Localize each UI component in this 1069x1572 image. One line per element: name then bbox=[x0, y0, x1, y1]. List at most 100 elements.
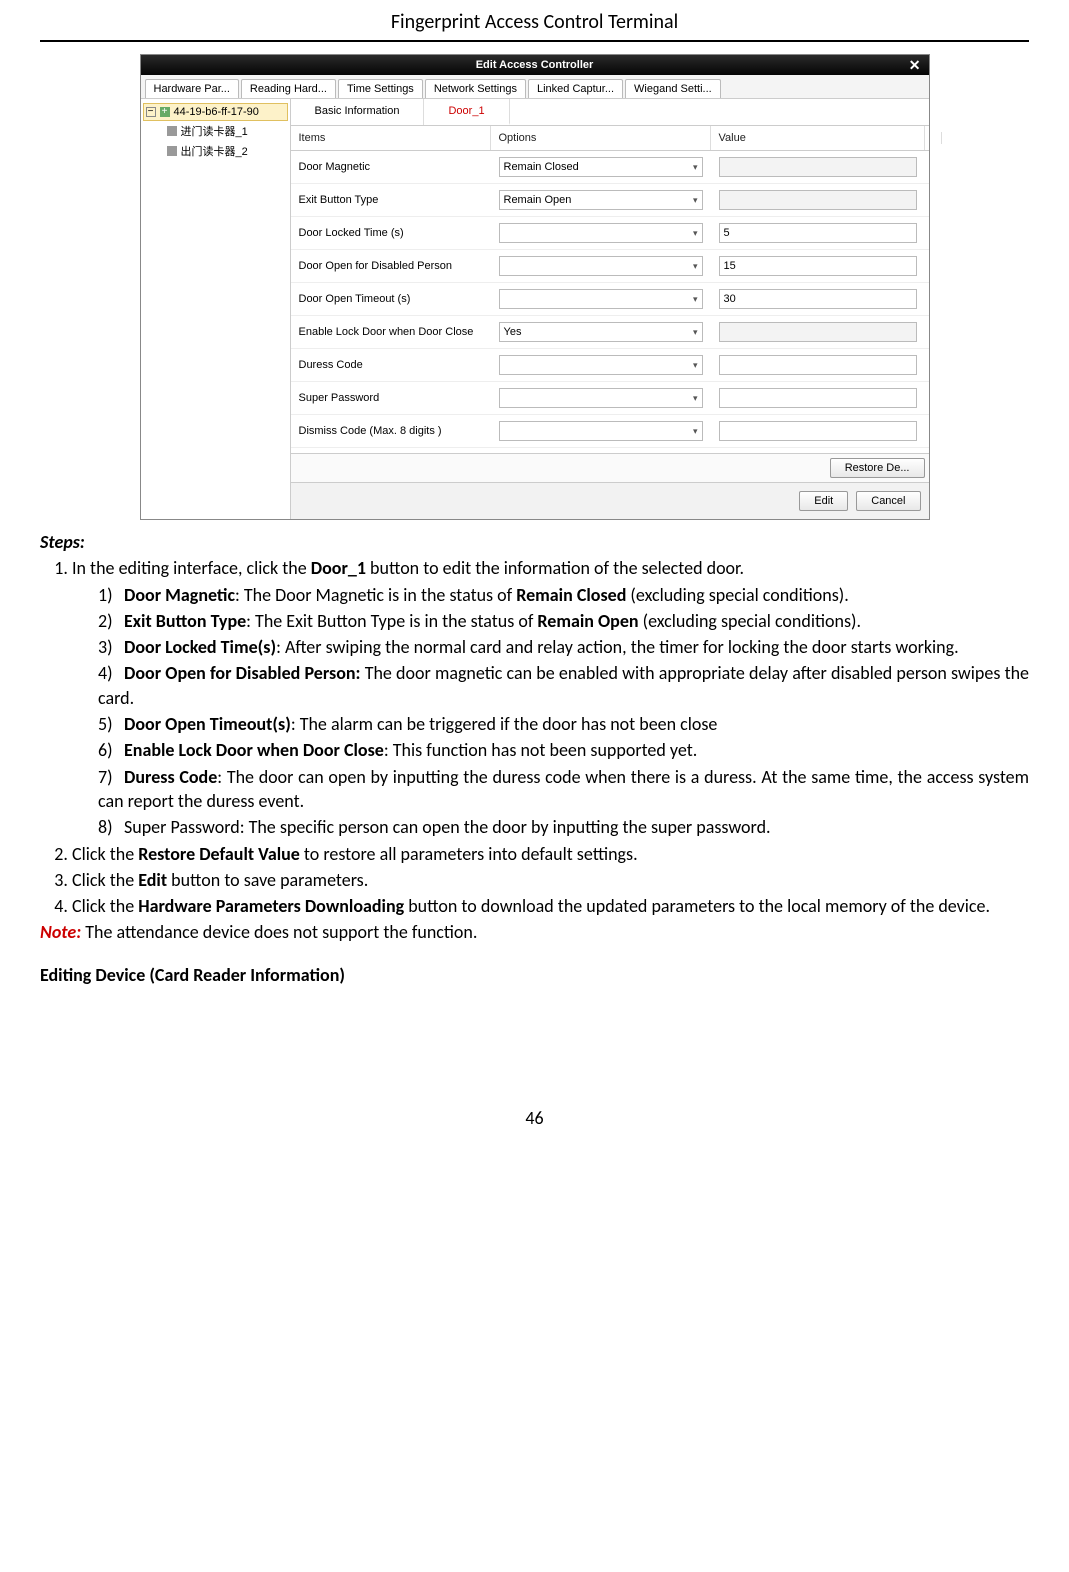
chevron-down-icon: ▾ bbox=[693, 393, 698, 404]
chevron-down-icon: ▾ bbox=[693, 162, 698, 173]
tree-child-label: 出门读卡器_2 bbox=[181, 143, 248, 159]
chevron-down-icon: ▾ bbox=[693, 327, 698, 338]
restore-bar: Restore De... bbox=[291, 453, 929, 482]
value-input[interactable]: 5 bbox=[719, 223, 917, 243]
value-input[interactable] bbox=[719, 421, 917, 441]
steps-heading: Steps: bbox=[40, 530, 1029, 554]
tab-network-settings[interactable]: Network Settings bbox=[425, 79, 526, 98]
chevron-down-icon: ▾ bbox=[693, 195, 698, 206]
option-value: Remain Open bbox=[504, 194, 572, 206]
collapse-icon[interactable]: − bbox=[146, 107, 156, 117]
edit-button[interactable]: Edit bbox=[799, 491, 848, 511]
step-1: In the editing interface, click the Door… bbox=[72, 556, 1029, 839]
step-2: Click the Restore Default Value to resto… bbox=[72, 842, 1029, 866]
option-value: Yes bbox=[504, 326, 522, 338]
option-value: Remain Closed bbox=[504, 161, 579, 173]
tab-wiegand-settings[interactable]: Wiegand Setti... bbox=[625, 79, 721, 98]
expand-icon[interactable]: + bbox=[160, 107, 170, 117]
grid-row: Duress Code ▾ bbox=[291, 349, 929, 382]
chevron-down-icon: ▾ bbox=[693, 261, 698, 272]
row-label: Door Magnetic bbox=[291, 155, 491, 179]
dialog-title-text: Edit Access Controller bbox=[476, 59, 594, 71]
sub-tabs: Basic Information Door_1 bbox=[291, 99, 929, 126]
row-label: Super Password bbox=[291, 386, 491, 410]
chevron-down-icon: ▾ bbox=[693, 360, 698, 371]
col-items: Items bbox=[291, 126, 491, 150]
cancel-button[interactable]: Cancel bbox=[856, 491, 920, 511]
grid-row: Enable Lock Door when Door Close Yes ▾ bbox=[291, 316, 929, 349]
option-select[interactable]: Remain Open ▾ bbox=[499, 190, 703, 210]
substep: 5)Door Open Timeout(s): The alarm can be… bbox=[98, 712, 1029, 736]
row-label: Door Open for Disabled Person bbox=[291, 254, 491, 278]
row-label: Door Open Timeout (s) bbox=[291, 287, 491, 311]
row-label: Dismiss Code (Max. 8 digits ) bbox=[291, 419, 491, 443]
dialog-titlebar: Edit Access Controller ✕ bbox=[141, 55, 929, 75]
grid-row: Super Password ▾ bbox=[291, 382, 929, 415]
step-3: Click the Edit button to save parameters… bbox=[72, 868, 1029, 892]
document-body: Steps: In the editing interface, click t… bbox=[40, 530, 1029, 987]
device-tree: − + 44-19-b6-ff-17-90 进门读卡器_1 出门读卡器_2 bbox=[141, 99, 291, 519]
substep: 1)Door Magnetic: The Door Magnetic is in… bbox=[98, 583, 1029, 607]
step-4: Click the Hardware Parameters Downloadin… bbox=[72, 894, 1029, 918]
top-tabs: Hardware Par... Reading Hard... Time Set… bbox=[141, 75, 929, 99]
reader-icon bbox=[167, 126, 177, 136]
grid-row: Door Open Timeout (s) ▾ 30 bbox=[291, 283, 929, 316]
subtab-basic-information[interactable]: Basic Information bbox=[291, 99, 425, 125]
value-input[interactable]: 30 bbox=[719, 289, 917, 309]
grid-row: Door Locked Time (s)▾5 bbox=[291, 217, 929, 250]
value-input[interactable] bbox=[719, 388, 917, 408]
option-select[interactable]: ▾ bbox=[499, 256, 703, 276]
option-select[interactable]: ▾ bbox=[499, 355, 703, 375]
option-select[interactable]: Remain Closed ▾ bbox=[499, 157, 703, 177]
restore-default-button[interactable]: Restore De... bbox=[830, 458, 925, 478]
row-label: Exit Button Type bbox=[291, 188, 491, 212]
option-select[interactable]: ▾ bbox=[499, 223, 703, 243]
row-label: Enable Lock Door when Door Close bbox=[291, 320, 491, 344]
substep: 8)Super Password: The specific person ca… bbox=[98, 815, 1029, 839]
option-select[interactable]: ▾ bbox=[499, 388, 703, 408]
value-input bbox=[719, 190, 917, 210]
option-select[interactable]: ▾ bbox=[499, 289, 703, 309]
close-icon[interactable]: ✕ bbox=[909, 57, 921, 74]
tree-child-label: 进门读卡器_1 bbox=[181, 123, 248, 139]
substep: 3)Door Locked Time(s): After swiping the… bbox=[98, 635, 1029, 659]
substep: 2)Exit Button Type: The Exit Button Type… bbox=[98, 609, 1029, 633]
chevron-down-icon: ▾ bbox=[693, 426, 698, 437]
chevron-down-icon: ▾ bbox=[693, 294, 698, 305]
page-title: Fingerprint Access Control Terminal bbox=[40, 0, 1029, 42]
option-select[interactable]: ▾ bbox=[499, 421, 703, 441]
substep: 6)Enable Lock Door when Door Close: This… bbox=[98, 738, 1029, 762]
tab-time-settings[interactable]: Time Settings bbox=[338, 79, 423, 98]
subtab-door-1[interactable]: Door_1 bbox=[424, 99, 509, 125]
value-input[interactable]: 15 bbox=[719, 256, 917, 276]
tab-linked-capture[interactable]: Linked Captur... bbox=[528, 79, 623, 98]
tab-reading-hardware[interactable]: Reading Hard... bbox=[241, 79, 336, 98]
grid-header: Items Options Value bbox=[291, 126, 929, 151]
grid-row: Dismiss Code (Max. 8 digits ) ▾ bbox=[291, 415, 929, 448]
note-line: Note: The attendance device does not sup… bbox=[40, 920, 1029, 944]
reader-icon bbox=[167, 146, 177, 156]
tree-root-label: 44-19-b6-ff-17-90 bbox=[174, 106, 259, 118]
row-label: Duress Code bbox=[291, 353, 491, 377]
option-select[interactable]: Yes ▾ bbox=[499, 322, 703, 342]
tree-child-reader-1[interactable]: 进门读卡器_1 bbox=[165, 121, 288, 141]
edit-access-controller-dialog: Edit Access Controller ✕ Hardware Par...… bbox=[140, 54, 930, 520]
tree-root-node[interactable]: − + 44-19-b6-ff-17-90 bbox=[143, 103, 288, 121]
grid-row: Door Magnetic Remain Closed ▾ bbox=[291, 151, 929, 184]
chevron-down-icon: ▾ bbox=[693, 228, 698, 239]
value-input bbox=[719, 322, 917, 342]
col-options: Options bbox=[491, 126, 711, 150]
page-number: 46 bbox=[0, 1107, 1069, 1159]
grid-row: Exit Button Type Remain Open ▾ bbox=[291, 184, 929, 217]
note-label: Note: bbox=[40, 921, 81, 943]
tab-hardware-parameters[interactable]: Hardware Par... bbox=[145, 79, 239, 98]
grid-row: Door Open for Disabled Person ▾ 15 bbox=[291, 250, 929, 283]
substep: 4)Door Open for Disabled Person: The doo… bbox=[98, 661, 1029, 710]
section-subheading: Editing Device (Card Reader Information) bbox=[40, 963, 1029, 987]
value-input bbox=[719, 157, 917, 177]
dialog-footer: Edit Cancel bbox=[291, 482, 929, 519]
col-value: Value bbox=[711, 126, 925, 150]
substep: 7)Duress Code: The door can open by inpu… bbox=[98, 765, 1029, 814]
value-input[interactable] bbox=[719, 355, 917, 375]
tree-child-reader-2[interactable]: 出门读卡器_2 bbox=[165, 141, 288, 161]
